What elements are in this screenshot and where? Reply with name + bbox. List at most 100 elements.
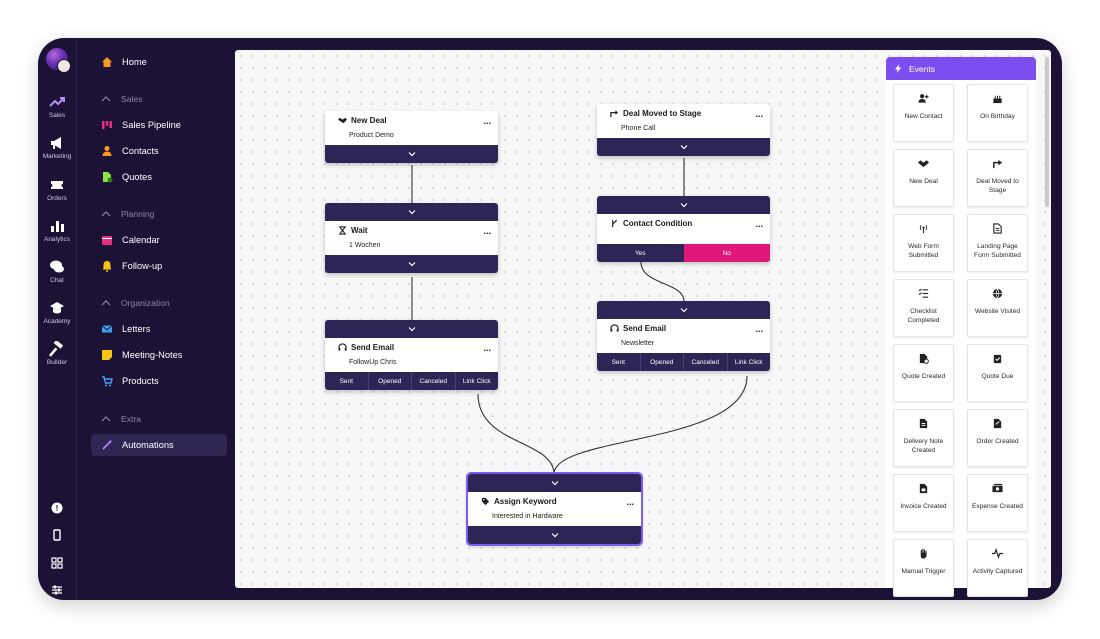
section-extra[interactable]: Extra [101,414,141,424]
nav-sidebar: Home Sales Sales Pipeline Contacts Quote… [83,38,233,600]
event-new-deal[interactable]: New Deal [893,149,954,207]
nav-item-automations[interactable]: Automations [91,434,227,456]
delivery-file-icon [919,418,928,429]
section-planning[interactable]: Planning [101,209,154,219]
event-website-visited[interactable]: Website Visited [967,279,1028,337]
events-scrollbar[interactable] [1045,57,1049,207]
event-activity-captured[interactable]: Activity Captured [967,539,1028,597]
node-input-handle[interactable] [325,203,498,221]
node-output-handle[interactable] [468,526,641,544]
output-no[interactable]: No [683,244,770,262]
rail-item-builder[interactable]: Builder [38,341,76,366]
node-assign-keyword[interactable]: Assign Keyword Interested in Hardware ..… [466,472,643,546]
section-sales[interactable]: Sales [101,94,143,104]
avatar[interactable] [46,48,71,73]
output-canceled[interactable]: Canceled [411,372,455,390]
help-button[interactable]: ! [38,501,76,519]
nav-item-calendar[interactable]: Calendar [91,229,227,251]
settings-button[interactable] [38,583,76,600]
chevron-down-icon [408,210,415,215]
output-link-click[interactable]: Link Click [454,372,499,390]
calendar-icon [102,236,112,245]
headset-icon [610,324,619,332]
node-menu-button[interactable]: ... [483,226,491,236]
event-quote-due[interactable]: Quote Due [967,344,1028,402]
event-on-birthday[interactable]: On Birthday [967,84,1028,142]
nav-item-quotes[interactable]: Quotes [91,166,227,188]
output-opened[interactable]: Opened [639,353,684,371]
output-sent[interactable]: Sent [325,372,368,390]
node-output-handle[interactable] [597,138,770,156]
node-wait[interactable]: Wait 1 Wochen ... [325,203,498,273]
rail-divider [76,38,77,600]
node-title: Contact Condition [623,219,693,228]
rail-item-orders[interactable]: Orders [38,177,76,202]
node-input-handle[interactable] [597,301,770,319]
node-input-handle[interactable] [468,474,641,492]
node-menu-button[interactable]: ... [755,109,763,119]
rail-item-marketing[interactable]: Marketing [38,135,76,160]
event-checklist-completed[interactable]: Checklist Completed [893,279,954,337]
event-expense-created[interactable]: Expense Created [967,474,1028,532]
mobile-button[interactable] [38,528,76,546]
node-send-email-followup[interactable]: Send Email FollowUp Chris ... Sent Opene… [325,320,498,390]
nav-item-products[interactable]: Products [91,370,227,392]
node-deal-moved-to-stage[interactable]: Deal Moved to Stage Phone Call ... [597,104,770,156]
avatar-badge [57,59,71,73]
event-order-created[interactable]: Order Created [967,409,1028,467]
node-title: Deal Moved to Stage [623,109,702,118]
node-menu-button[interactable]: ... [626,497,634,507]
event-quote-created[interactable]: Quote Created [893,344,954,402]
event-deal-moved-to-stage[interactable]: Deal Moved to Stage [967,149,1028,207]
rail-item-academy[interactable]: Academy [38,300,76,325]
nav-item-follow-up[interactable]: Follow-up [91,255,227,277]
globe-icon [992,288,1003,299]
event-manual-trigger[interactable]: Manual Trigger [893,539,954,597]
checklist-icon [918,288,929,298]
output-yes[interactable]: Yes [597,244,684,262]
event-label: Website Visited [974,308,1021,315]
output-link-click[interactable]: Link Click [726,353,771,371]
node-menu-button[interactable]: ... [483,343,491,353]
events-panel: Events New Contact On Birthday New Deal … [886,57,1036,597]
node-contact-condition[interactable]: Contact Condition ... Yes No [597,196,770,262]
node-menu-button[interactable]: ... [755,324,763,334]
node-new-deal[interactable]: New Deal Product Demo ... [325,111,498,163]
node-output-handle[interactable] [325,255,498,273]
event-label: Delivery Note Created [903,438,944,454]
chevron-up-icon [101,300,111,306]
apps-button[interactable] [38,556,76,574]
event-new-contact[interactable]: New Contact [893,84,954,142]
node-input-handle[interactable] [597,196,770,214]
events-header: Events [886,57,1036,80]
node-send-email-newsletter[interactable]: Send Email Newsletter ... Sent Opened Ca… [597,301,770,371]
event-landing-page-form-submitted[interactable]: Landing Page Form Submitted [967,214,1028,272]
event-invoice-created[interactable]: Invoice Created [893,474,954,532]
rail-item-chat[interactable]: Chat [38,259,76,284]
handshake-icon [338,117,347,124]
nav-item-contacts[interactable]: Contacts [91,140,227,162]
node-output-handle[interactable] [325,145,498,163]
event-label: Quote Created [901,373,946,380]
hand-icon [920,548,927,559]
node-menu-button[interactable]: ... [483,116,491,126]
chevron-down-icon [680,308,687,313]
nav-item-letters[interactable]: Letters [91,318,227,340]
output-canceled[interactable]: Canceled [683,353,727,371]
hourglass-icon [338,226,347,235]
event-delivery-note-created[interactable]: Delivery Note Created [893,409,954,467]
output-opened[interactable]: Opened [367,372,412,390]
nav-item-meeting-notes[interactable]: Meeting-Notes [91,344,227,366]
event-label: Landing Page Form Submitted [974,243,1021,259]
node-input-handle[interactable] [325,320,498,338]
nav-item-sales-pipeline[interactable]: Sales Pipeline [91,114,227,136]
event-label: Expense Created [972,503,1023,510]
cart-icon [102,376,113,387]
section-organization[interactable]: Organization [101,298,170,308]
event-web-form-submitted[interactable]: Web Form Submitted [893,214,954,272]
node-menu-button[interactable]: ... [755,219,763,229]
output-sent[interactable]: Sent [597,353,640,371]
rail-item-analytics[interactable]: Analytics [38,218,76,243]
nav-item-home[interactable]: Home [91,51,227,73]
rail-item-sales[interactable]: Sales [38,94,76,119]
